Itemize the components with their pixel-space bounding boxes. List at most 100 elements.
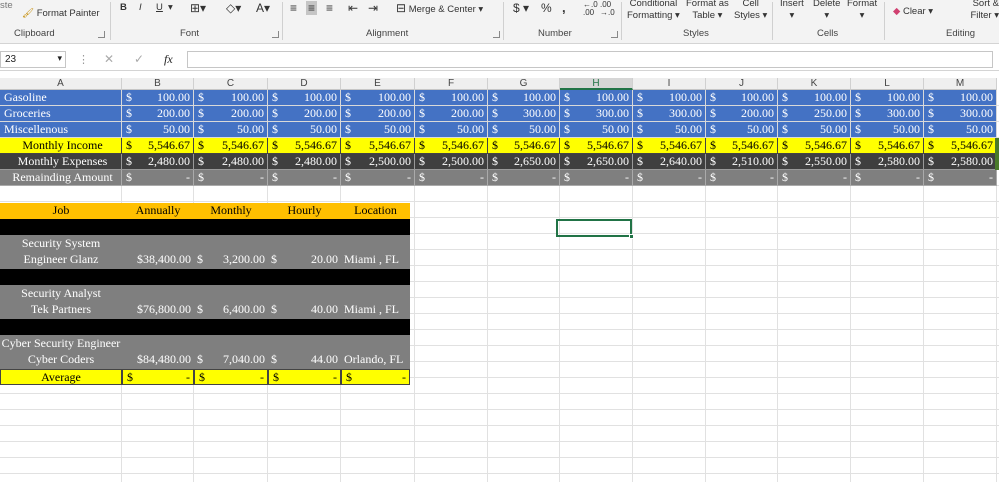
italic-button[interactable]: I	[139, 2, 142, 13]
budget-cell[interactable]: $2,480.00	[122, 154, 194, 170]
budget-cell[interactable]: $2,500.00	[341, 154, 415, 170]
budget-cell[interactable]: $5,546.67	[122, 138, 194, 154]
budget-cell[interactable]: $2,480.00	[194, 154, 268, 170]
column-header-k[interactable]: K	[778, 78, 851, 90]
budget-cell[interactable]: $50.00	[633, 122, 706, 138]
alignment-launcher-icon[interactable]	[493, 31, 500, 38]
decrease-indent-icon[interactable]: ⇤	[348, 1, 358, 15]
budget-cell[interactable]: $ -	[268, 170, 341, 186]
budget-cell[interactable]: $5,546.67	[415, 138, 488, 154]
job-header-job[interactable]: Job	[0, 203, 122, 219]
number-launcher-icon[interactable]	[611, 31, 618, 38]
worksheet-grid[interactable]: A B C D E F G H I J K L M Gasoline $100.00 $100.00 $100.…	[0, 78, 999, 482]
format-as-table-button[interactable]: Format as Table ▾	[686, 0, 729, 22]
active-cell-selection[interactable]	[556, 219, 632, 237]
budget-cell[interactable]: $ -	[924, 170, 997, 186]
clipboard-launcher-icon[interactable]	[98, 31, 105, 38]
budget-cell[interactable]: $100.00	[924, 90, 997, 106]
average-cell[interactable]: $ -	[341, 369, 410, 385]
budget-cell[interactable]: $5,546.67	[268, 138, 341, 154]
increase-decimal-icon[interactable]: ←.0.00	[583, 1, 598, 17]
enter-icon[interactable]: ✓	[134, 52, 144, 66]
budget-cell[interactable]: $ -	[415, 170, 488, 186]
budget-cell[interactable]: $50.00	[778, 122, 851, 138]
budget-cell[interactable]: $300.00	[851, 106, 924, 122]
average-cell[interactable]: $ -	[268, 369, 341, 385]
column-header-a[interactable]: A	[0, 78, 122, 90]
budget-cell[interactable]: $ -	[341, 170, 415, 186]
budget-cell[interactable]: $5,546.67	[488, 138, 560, 154]
column-header-e[interactable]: E	[341, 78, 415, 90]
align-center-icon[interactable]: ≡	[306, 1, 318, 15]
column-header-f[interactable]: F	[415, 78, 488, 90]
column-header-b[interactable]: B	[122, 78, 194, 90]
budget-cell[interactable]: $5,546.67	[778, 138, 851, 154]
budget-cell[interactable]: $ -	[706, 170, 778, 186]
budget-cell[interactable]: $5,546.67	[560, 138, 633, 154]
align-left-icon[interactable]: ≡	[290, 1, 297, 15]
row-label[interactable]: Groceries	[0, 106, 122, 122]
column-header-m[interactable]: M	[924, 78, 997, 90]
average-cell[interactable]: $ -	[194, 369, 268, 385]
paste-label[interactable]: ste	[0, 0, 13, 11]
merge-center-button[interactable]: ⊟ Merge & Center ▾	[396, 1, 483, 15]
budget-cell[interactable]: $5,546.67	[706, 138, 778, 154]
column-header-i[interactable]: I	[633, 78, 706, 90]
budget-cell[interactable]: $200.00	[415, 106, 488, 122]
column-header-j[interactable]: J	[706, 78, 778, 90]
budget-cell[interactable]: $300.00	[560, 106, 633, 122]
budget-cell[interactable]: $ -	[122, 170, 194, 186]
budget-cell[interactable]: $5,546.67	[633, 138, 706, 154]
budget-cell[interactable]: $200.00	[341, 106, 415, 122]
budget-cell[interactable]: $ -	[778, 170, 851, 186]
budget-cell[interactable]: $100.00	[268, 90, 341, 106]
align-right-icon[interactable]: ≡	[326, 1, 333, 15]
budget-cell[interactable]: $ -	[194, 170, 268, 186]
budget-cell[interactable]: $ -	[851, 170, 924, 186]
row-label[interactable]: Remainding Amount	[0, 170, 122, 186]
chevron-down-icon[interactable]: ▾	[57, 53, 62, 64]
budget-cell[interactable]: $250.00	[778, 106, 851, 122]
increase-indent-icon[interactable]: ⇥	[368, 1, 378, 15]
budget-cell[interactable]: $50.00	[122, 122, 194, 138]
row-label[interactable]: Miscellenous	[0, 122, 122, 138]
currency-button[interactable]: $ ▾	[513, 1, 529, 15]
budget-cell[interactable]: $5,546.67	[194, 138, 268, 154]
budget-cell[interactable]: $5,546.67	[341, 138, 415, 154]
font-launcher-icon[interactable]	[272, 31, 279, 38]
row-label[interactable]: Monthly Expenses	[0, 154, 122, 170]
budget-cell[interactable]: $200.00	[194, 106, 268, 122]
clear-button[interactable]: ◆ Clear ▾	[893, 6, 933, 17]
job-header-monthly[interactable]: Monthly	[194, 203, 268, 219]
budget-cell[interactable]: $300.00	[488, 106, 560, 122]
borders-icon[interactable]: ⊞▾	[190, 1, 206, 15]
name-box[interactable]: 23 ▾	[0, 51, 66, 68]
job-header-location[interactable]: Location	[341, 203, 410, 219]
font-color-button[interactable]: A▾	[256, 1, 270, 15]
decrease-decimal-icon[interactable]: .00 →.0	[600, 1, 615, 17]
budget-cell[interactable]: $100.00	[851, 90, 924, 106]
format-painter-button[interactable]: 🖌 Format Painter	[22, 8, 100, 19]
budget-cell[interactable]: $200.00	[122, 106, 194, 122]
budget-cell[interactable]: $100.00	[706, 90, 778, 106]
budget-cell[interactable]: $50.00	[706, 122, 778, 138]
sort-filter-button[interactable]: Sort & Filter ▾	[966, 0, 999, 22]
budget-cell[interactable]: $2,650.00	[488, 154, 560, 170]
average-cell[interactable]: $ -	[122, 369, 194, 385]
comma-button[interactable]: ,	[562, 0, 566, 15]
budget-cell[interactable]: $50.00	[560, 122, 633, 138]
budget-cell[interactable]: $100.00	[194, 90, 268, 106]
column-header-l[interactable]: L	[851, 78, 924, 90]
budget-cell[interactable]: $100.00	[778, 90, 851, 106]
budget-cell[interactable]: $2,480.00	[268, 154, 341, 170]
budget-cell[interactable]: $50.00	[415, 122, 488, 138]
budget-cell[interactable]: $2,640.00	[633, 154, 706, 170]
budget-cell[interactable]: $5,546.67	[851, 138, 924, 154]
column-header-d[interactable]: D	[268, 78, 341, 90]
budget-cell[interactable]: $2,580.00	[924, 154, 997, 170]
budget-cell[interactable]: $5,546.67	[924, 138, 997, 154]
budget-cell[interactable]: $50.00	[194, 122, 268, 138]
budget-cell[interactable]: $2,650.00	[560, 154, 633, 170]
formula-input[interactable]	[187, 51, 993, 68]
budget-cell[interactable]: $200.00	[268, 106, 341, 122]
